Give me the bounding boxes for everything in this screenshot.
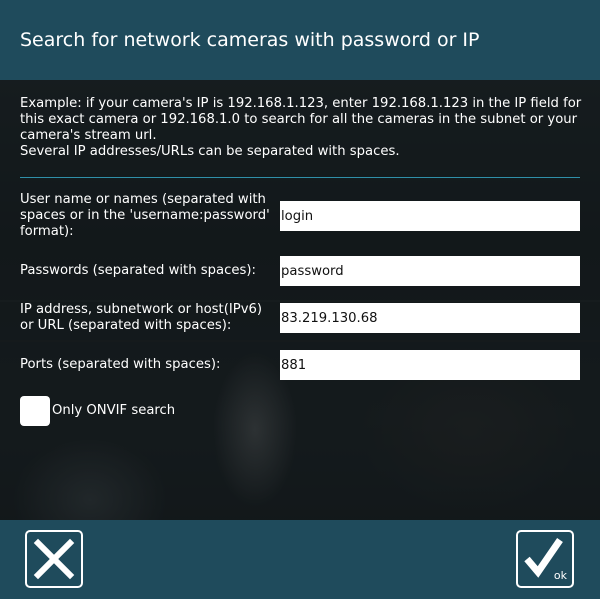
close-icon (33, 538, 75, 580)
username-label-line: spaces or in the 'username:password' (20, 208, 270, 223)
onvif-checkbox[interactable] (20, 396, 50, 426)
passwords-input[interactable] (280, 256, 580, 286)
ip-label-line: IP address, subnetwork or host(IPv6) (20, 302, 263, 317)
ip-input[interactable] (280, 303, 580, 333)
passwords-label: Passwords (separated with spaces): (20, 263, 270, 279)
intro-line: Example: if your camera's IP is 192.168.… (20, 96, 582, 111)
username-label: User name or names (separated with space… (20, 192, 270, 240)
ok-label: ok (553, 569, 567, 582)
separator-line (20, 177, 580, 178)
dialog-header: Search for network cameras with password… (0, 0, 600, 80)
intro-line: camera's stream url. (20, 128, 157, 143)
username-input[interactable] (280, 201, 580, 231)
intro-line: this exact camera or 192.168.1.0 to sear… (20, 112, 578, 127)
ok-button[interactable]: ok (516, 530, 574, 588)
ports-input[interactable] (280, 350, 580, 380)
cancel-button[interactable] (25, 530, 83, 588)
username-label-line: format): (20, 224, 74, 239)
username-label-line: User name or names (separated with (20, 192, 266, 207)
dialog-footer: ok (0, 520, 600, 599)
ports-label: Ports (separated with spaces): (20, 357, 270, 373)
intro-line: Several IP addresses/URLs can be separat… (20, 144, 400, 159)
intro-text: Example: if your camera's IP is 192.168.… (20, 96, 582, 160)
ports-label-line: Ports (separated with spaces): (20, 357, 221, 372)
onvif-checkbox-label[interactable]: Only ONVIF search (52, 403, 175, 418)
dialog-title: Search for network cameras with password… (20, 29, 480, 51)
passwords-label-line: Passwords (separated with spaces): (20, 263, 256, 278)
ip-label-line: or URL (separated with spaces): (20, 318, 232, 333)
ip-label: IP address, subnetwork or host(IPv6) or … (20, 302, 270, 334)
